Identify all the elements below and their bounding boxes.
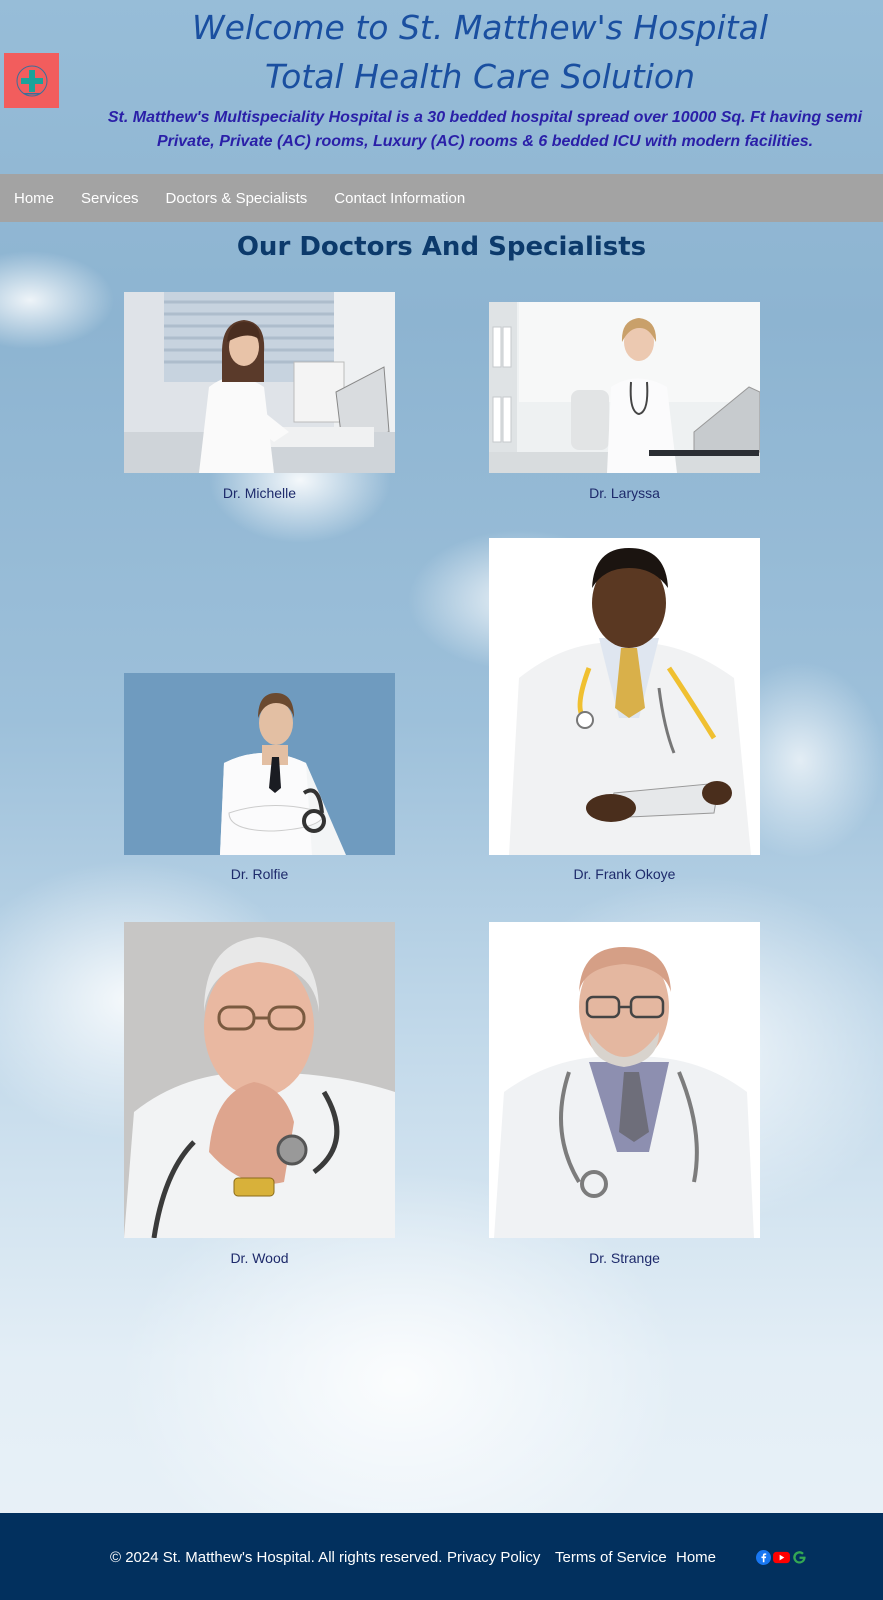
doctor-name: Dr. Frank Okoye bbox=[573, 866, 676, 882]
site-header: Welcome to St. Matthew's Hospital Total … bbox=[0, 0, 883, 174]
privacy-policy-link[interactable]: Privacy Policy bbox=[447, 1549, 540, 1566]
nav-doctors[interactable]: Doctors & Specialists bbox=[166, 190, 308, 207]
nav-contact[interactable]: Contact Information bbox=[334, 190, 465, 207]
doctor-photo bbox=[124, 922, 395, 1238]
doctor-photo bbox=[489, 922, 760, 1238]
hospital-logo[interactable] bbox=[4, 53, 59, 108]
copyright-text: © 2024 St. Matthew's Hospital. All right… bbox=[110, 1549, 443, 1566]
google-icon[interactable] bbox=[792, 1550, 807, 1565]
doctor-photo bbox=[489, 538, 760, 855]
footer-home-link[interactable]: Home bbox=[676, 1549, 716, 1566]
doctor-name: Dr. Wood bbox=[230, 1250, 289, 1266]
nav-services[interactable]: Services bbox=[81, 190, 139, 207]
nav-home[interactable]: Home bbox=[14, 190, 54, 207]
terms-of-service-link[interactable]: Terms of Service bbox=[555, 1549, 667, 1566]
section-heading: Our Doctors And Specialists bbox=[236, 232, 647, 262]
social-links bbox=[756, 1550, 807, 1565]
doctor-name: Dr. Strange bbox=[589, 1250, 660, 1266]
doctor-photo bbox=[124, 292, 395, 473]
doctor-name: Dr. Laryssa bbox=[589, 485, 660, 501]
main-nav: Home Services Doctors & Specialists Cont… bbox=[0, 174, 883, 222]
page-subtitle: Total Health Care Solution bbox=[265, 57, 695, 96]
facebook-icon[interactable] bbox=[756, 1550, 771, 1565]
doctor-name: Dr. Michelle bbox=[222, 485, 297, 501]
doctor-photo bbox=[124, 673, 395, 855]
page-title: Welcome to St. Matthew's Hospital bbox=[191, 8, 769, 47]
doctor-photo bbox=[489, 302, 760, 473]
hospital-intro: St. Matthew's Multispeciality Hospital i… bbox=[107, 109, 863, 150]
medical-cross-icon bbox=[16, 65, 47, 96]
doctor-name: Dr. Rolfie bbox=[230, 866, 289, 882]
youtube-icon[interactable] bbox=[773, 1550, 790, 1565]
site-footer: © 2024 St. Matthew's Hospital. All right… bbox=[0, 1513, 883, 1600]
